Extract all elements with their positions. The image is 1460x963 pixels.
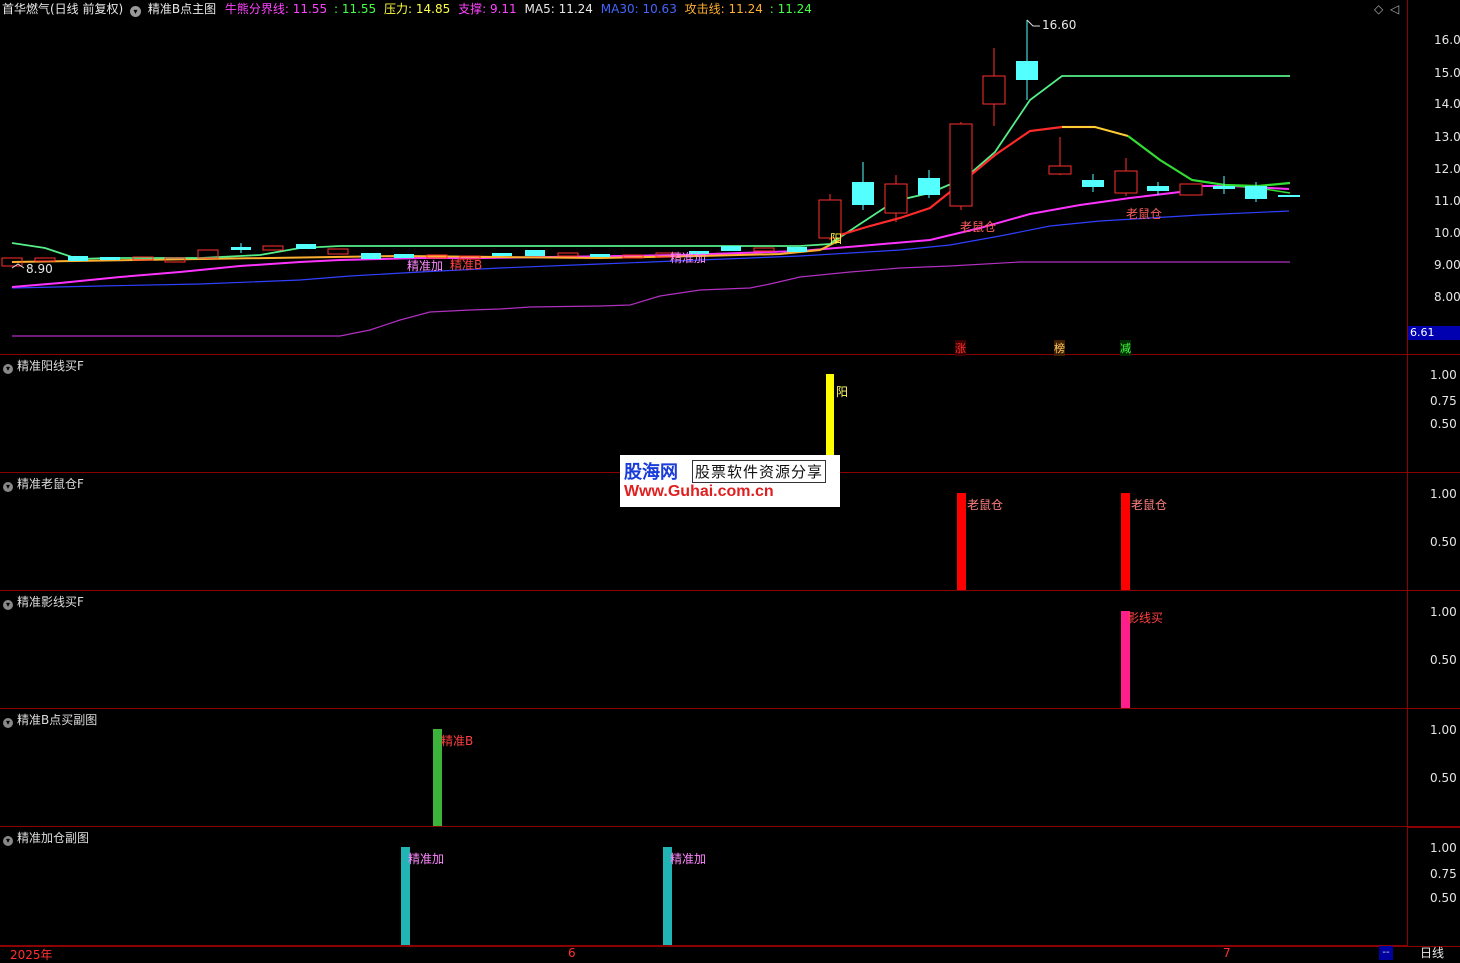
panel-yingxian-tick-2: 0.50: [1430, 653, 1457, 667]
low-price-label: 8.90: [26, 262, 53, 276]
high-marker-line: [1026, 19, 1040, 27]
marker-bang: 榜: [1054, 340, 1065, 356]
laoshu-label-2: 老鼠仓: [1131, 498, 1168, 512]
ma-long-line: [12, 261, 1290, 337]
panel-menu-icon[interactable]: ▾: [3, 836, 13, 846]
panel-jiacang-tick-2: 0.75: [1430, 867, 1457, 881]
price-tick-16: 16.00: [1434, 33, 1460, 47]
timeline-month-7: 7: [1223, 946, 1231, 960]
marker-zhang: 涨: [955, 340, 966, 356]
panel-jiacang-tick-3: 0.50: [1430, 891, 1457, 905]
price-tick-12: 12.00: [1434, 162, 1460, 176]
jiacang-label-1: 精准加: [408, 852, 445, 866]
price-tick-13: 13.00: [1434, 130, 1460, 144]
watermark-brand: 股海网: [624, 462, 678, 483]
timeline-bar[interactable]: [0, 946, 1407, 961]
panel-yang-title[interactable]: ▾ 精准阳线买F: [3, 357, 84, 374]
price-tick-9: 9.00: [1434, 258, 1460, 272]
marker-laoshu-1: 老鼠仓: [960, 220, 997, 234]
watermark-url: Www.Guhai.com.cn: [624, 483, 774, 500]
laoshu-bar-2: [1121, 493, 1130, 590]
panel-yingxian-title[interactable]: ▾ 精准影线买F: [3, 593, 84, 610]
marker-laoshu-2: 老鼠仓: [1126, 207, 1163, 221]
panel-bpoint-tick-2: 0.50: [1430, 771, 1457, 785]
panel-jiacang-tick-1: 1.00: [1430, 841, 1457, 855]
panel-laoshu-tick-2: 0.50: [1430, 535, 1457, 549]
high-price-label: 16.60: [1042, 18, 1077, 32]
marker-jian: 减: [1120, 340, 1131, 356]
marker-jzj-2: 精准加: [670, 251, 707, 265]
price-tick-14: 14.00: [1434, 97, 1460, 111]
current-value-badge: 6.61: [1408, 326, 1460, 340]
yang-signal-label: 阳: [836, 385, 849, 399]
panel-menu-icon[interactable]: ▾: [3, 482, 13, 492]
green-line-right: [1127, 135, 1291, 188]
panel-yingxian-tick-1: 1.00: [1430, 605, 1457, 619]
panel-yingxian[interactable]: [0, 591, 1407, 709]
price-tick-10: 10.00: [1434, 226, 1460, 240]
ma-magenta-line: [11, 185, 1290, 288]
panel-bpoint[interactable]: [0, 709, 1407, 827]
candlestick-chart: [1, 19, 1300, 337]
marker-jzj-1: 精准加: [407, 259, 444, 273]
candles-right: [818, 20, 1300, 240]
timeline-year: 2025年: [10, 948, 53, 962]
price-tick-11: 11.00: [1434, 194, 1460, 208]
price-tick-8: 8.00: [1434, 290, 1460, 304]
panel-bpoint-tick-1: 1.00: [1430, 723, 1457, 737]
panel-menu-icon[interactable]: ▾: [3, 600, 13, 610]
bpoint-label: 精准B: [441, 734, 474, 748]
jiacang-label-2: 精准加: [670, 852, 707, 866]
trend-line-green: [11, 75, 1290, 260]
period-button[interactable]: 日线: [1408, 946, 1460, 960]
yingxian-label: 影线买: [1127, 611, 1164, 625]
marker-jzb: 精准B: [450, 258, 483, 272]
laoshu-label-1: 老鼠仓: [967, 498, 1004, 512]
panel-laoshu-title[interactable]: ▾ 精准老鼠仓F: [3, 475, 84, 492]
timeline-cursor[interactable]: --: [1379, 946, 1393, 960]
laoshu-bar-1: [957, 493, 966, 590]
watermark-slogan: 股票软件资源分享: [692, 460, 827, 483]
panel-menu-icon[interactable]: ▾: [3, 718, 13, 728]
panel-laoshu-tick-1: 1.00: [1430, 487, 1457, 501]
panel-jiacang-title[interactable]: ▾ 精准加仓副图: [3, 829, 89, 846]
panel-bpoint-title[interactable]: ▾ 精准B点买副图: [3, 711, 97, 728]
panel-jiacang[interactable]: [0, 827, 1407, 946]
panel-yang-tick-1: 1.00: [1430, 368, 1457, 382]
marker-yang: 阳: [830, 232, 843, 246]
timeline-month-6: 6: [568, 946, 576, 960]
panel-yang-tick-3: 0.50: [1430, 417, 1457, 431]
yellow-segment: [1062, 126, 1129, 137]
panel-menu-icon[interactable]: ▾: [3, 364, 13, 374]
panel-yang-tick-2: 0.75: [1430, 394, 1457, 408]
watermark-box: 股海网 股票软件资源分享 Www.Guhai.com.cn: [620, 455, 840, 507]
price-tick-15: 15.00: [1434, 66, 1460, 80]
